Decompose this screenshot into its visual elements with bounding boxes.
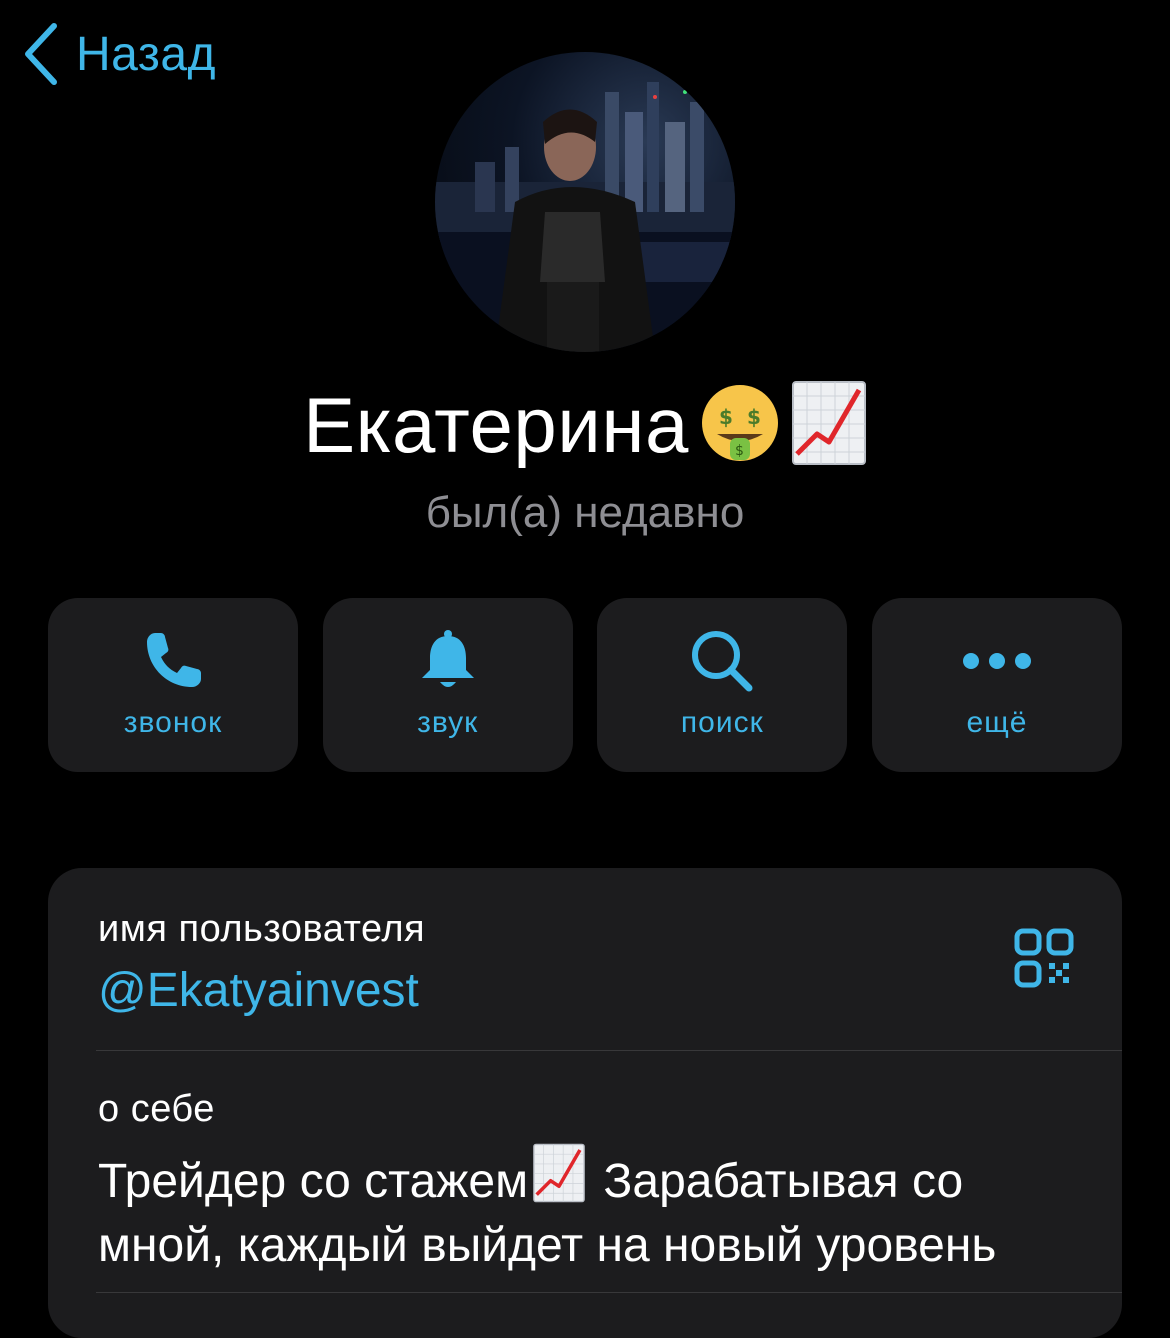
- search-icon: [689, 628, 755, 694]
- money-mouth-face-emoji: $ $ $: [699, 382, 781, 469]
- back-button[interactable]: Назад: [22, 22, 216, 86]
- search-button[interactable]: поиск: [597, 598, 848, 772]
- last-seen-status: был(а) недавно: [425, 488, 745, 537]
- chevron-left-icon: [22, 22, 62, 86]
- call-button[interactable]: звонок: [48, 598, 298, 772]
- chart-increasing-emoji: [791, 380, 867, 471]
- svg-text:$: $: [747, 405, 761, 429]
- chart-increasing-emoji: [532, 1143, 586, 1217]
- username-label: имя пользователя: [98, 908, 426, 950]
- username-value[interactable]: @Ekatyainvest: [98, 963, 1122, 1018]
- back-label: Назад: [76, 27, 217, 81]
- more-label: ещё: [966, 706, 1028, 739]
- profile-name: Екатерина: [303, 381, 689, 469]
- more-dots-icon: [962, 628, 1032, 694]
- username-field[interactable]: имя пользователя @Ekatyainvest: [98, 908, 1122, 1018]
- about-field: о себе Трейдер со стажем Зарабатывая со …: [98, 1088, 1122, 1275]
- divider: [96, 1050, 1122, 1051]
- info-card: имя пользователя @Ekatyainvest о себе Тр…: [48, 868, 1122, 1338]
- action-bar: звонок звук поиск ещё: [48, 598, 1122, 772]
- svg-text:$: $: [719, 405, 733, 429]
- divider: [96, 1292, 1122, 1293]
- svg-text:$: $: [735, 443, 744, 459]
- phone-icon: [141, 628, 205, 694]
- sound-button[interactable]: звук: [322, 598, 573, 772]
- about-text: Трейдер со стажем Зарабатывая со мной, к…: [98, 1143, 1078, 1275]
- about-text-part1: Трейдер со стажем: [98, 1155, 529, 1208]
- qr-code-icon[interactable]: [1014, 928, 1074, 993]
- sound-label: звук: [417, 706, 479, 739]
- avatar[interactable]: [435, 52, 735, 352]
- about-label: о себе: [98, 1088, 215, 1130]
- call-label: звонок: [123, 706, 223, 739]
- bell-icon: [418, 628, 478, 694]
- search-label: поиск: [680, 706, 764, 739]
- profile-name-row: Екатерина $ $ $: [0, 380, 1170, 471]
- more-button[interactable]: ещё: [871, 598, 1122, 772]
